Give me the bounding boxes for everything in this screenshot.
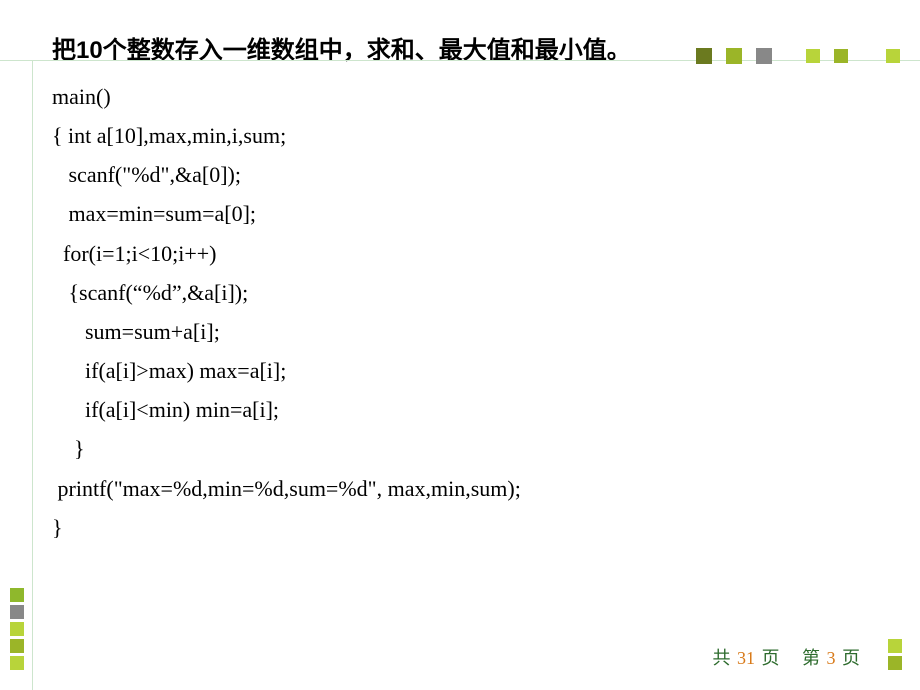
square-icon: [756, 48, 772, 64]
square-icon: [888, 656, 902, 670]
footer-text: 页: [842, 648, 860, 668]
code-line: for(i=1;i<10;i++): [52, 234, 920, 273]
footer-text: 第: [802, 648, 820, 668]
code-line: { int a[10],max,min,i,sum;: [52, 116, 920, 155]
square-icon: [10, 656, 24, 670]
code-line: main(): [52, 77, 920, 116]
code-line: {scanf(“%d”,&a[i]);: [52, 273, 920, 312]
square-icon: [806, 49, 820, 63]
square-icon: [10, 622, 24, 636]
code-line: }: [52, 508, 920, 547]
current-page: 3: [827, 648, 836, 668]
decoration-left: [10, 588, 24, 670]
border-left: [32, 60, 33, 690]
square-icon: [886, 49, 900, 63]
square-icon: [726, 48, 742, 64]
square-icon: [834, 49, 848, 63]
footer-text: 共: [713, 648, 731, 668]
code-line: }: [52, 429, 920, 468]
code-line: sum=sum+a[i];: [52, 312, 920, 351]
page-footer: 共 31 页 第 3 页: [713, 644, 861, 670]
code-line: if(a[i]>max) max=a[i];: [52, 351, 920, 390]
square-icon: [10, 639, 24, 653]
total-pages: 31: [737, 648, 755, 668]
footer-text: 页: [762, 648, 780, 668]
code-line: if(a[i]<min) min=a[i];: [52, 390, 920, 429]
code-line: scanf("%d",&a[0]);: [52, 155, 920, 194]
square-icon: [10, 605, 24, 619]
code-block: main() { int a[10],max,min,i,sum; scanf(…: [0, 77, 920, 547]
decoration-top-right: [696, 48, 900, 64]
decoration-bottom-right: [888, 639, 902, 670]
code-line: max=min=sum=a[0];: [52, 194, 920, 233]
square-icon: [888, 639, 902, 653]
slide-container: 把10个整数存入一维数组中，求和、最大值和最小值。 main() { int a…: [0, 0, 920, 690]
code-line: printf("max=%d,min=%d,sum=%d", max,min,s…: [52, 469, 920, 508]
square-icon: [10, 588, 24, 602]
square-icon: [696, 48, 712, 64]
